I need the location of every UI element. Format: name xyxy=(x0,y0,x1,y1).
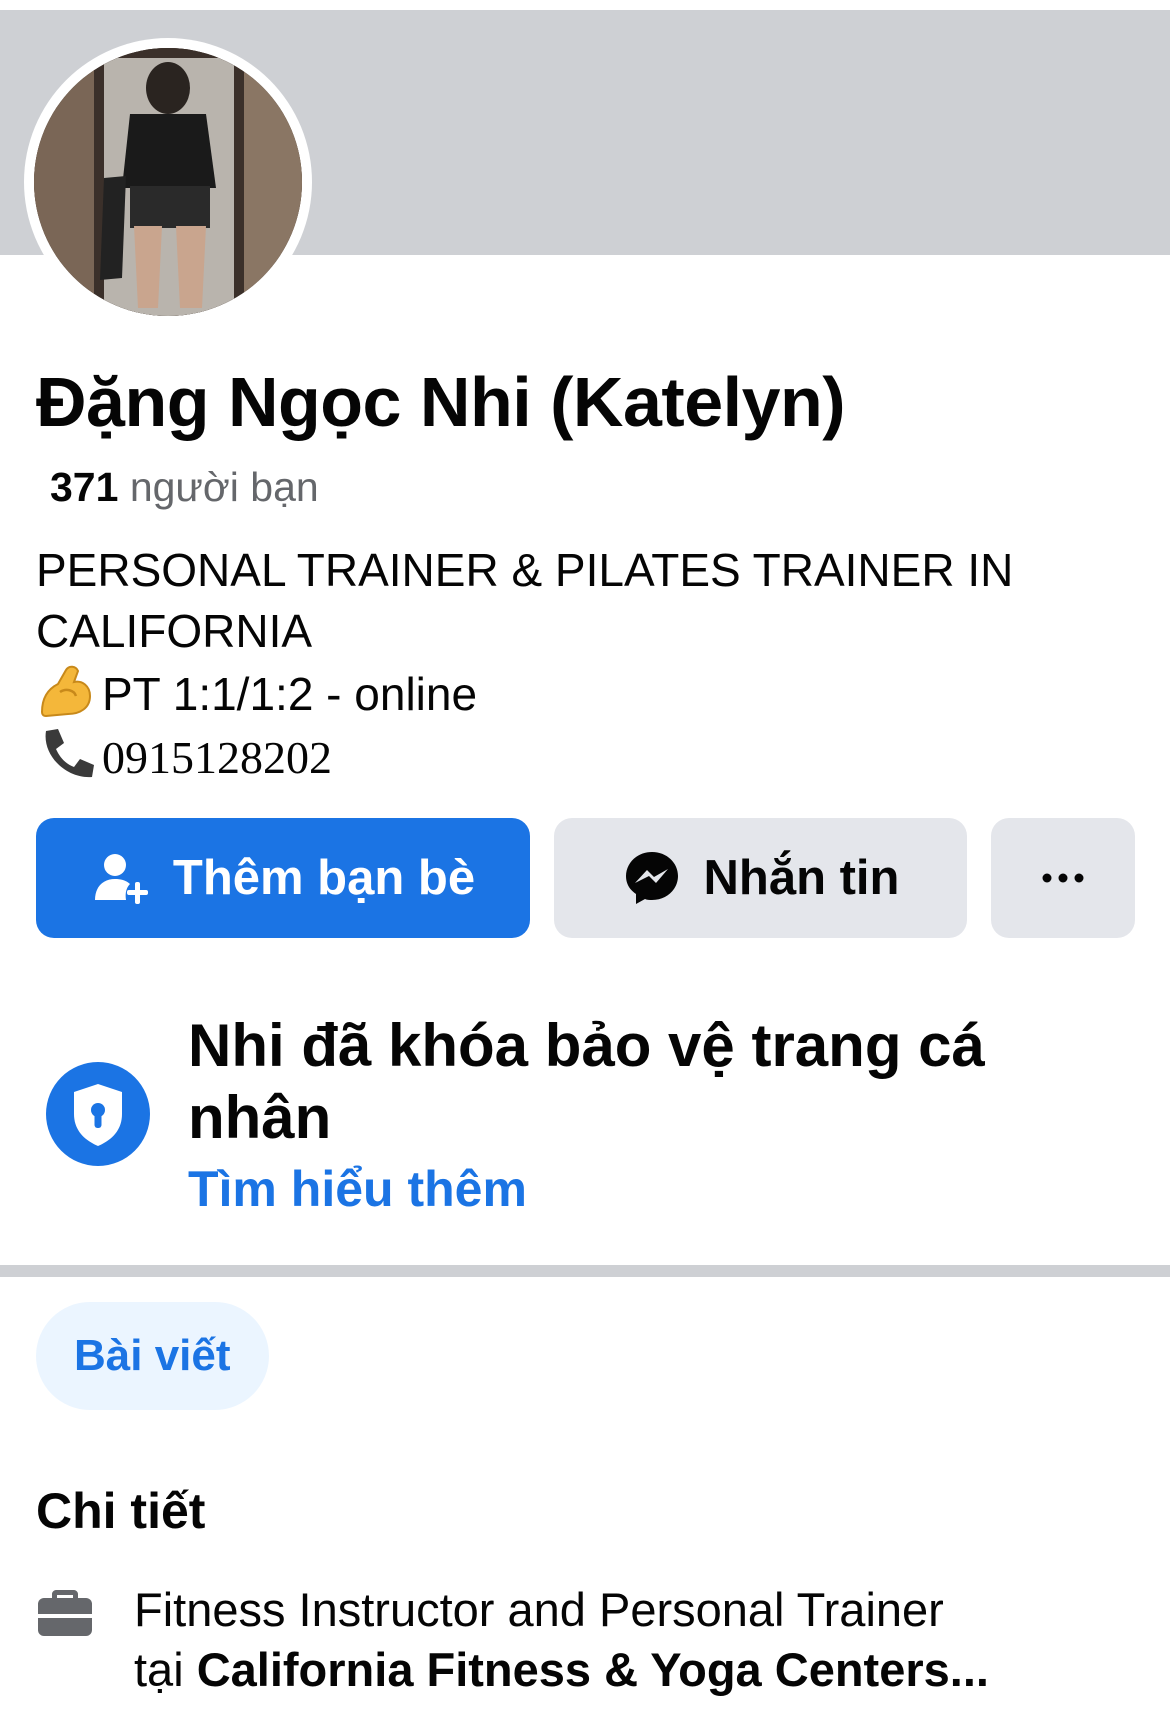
bio-line-1: PERSONAL TRAINER & PILATES TRAINER IN xyxy=(36,544,1014,596)
work-title: Fitness Instructor and Personal Trainer xyxy=(134,1583,944,1636)
messenger-icon xyxy=(625,852,678,904)
profile-bio: PERSONAL TRAINER & PILATES TRAINER IN CA… xyxy=(36,540,1136,788)
friends-count-label: người bạn xyxy=(129,464,319,510)
message-button[interactable]: Nhắn tin xyxy=(554,818,967,938)
tab-posts[interactable]: Bài viết xyxy=(36,1302,269,1410)
add-friend-label: Thêm bạn bè xyxy=(172,851,476,905)
work-place-line: tại California Fitness & Yoga Centers... xyxy=(134,1640,1144,1700)
more-dots-icon xyxy=(1042,873,1084,883)
telephone-receiver-icon xyxy=(45,729,94,778)
bio-line-3: PT 1:1/1:2 - online xyxy=(36,662,1136,725)
profile-picture[interactable] xyxy=(34,48,302,316)
lock-notice-title: Nhi đã khóa bảo vệ trang cá nhân xyxy=(188,1012,985,1151)
briefcase-icon xyxy=(38,1590,92,1636)
work-at-label: tại xyxy=(134,1643,184,1696)
bio-line-4: 0915128202 xyxy=(36,725,1136,788)
bio-phone-number: 0915128202 xyxy=(102,732,332,783)
work-description: Fitness Instructor and Personal Trainer … xyxy=(134,1580,1144,1700)
profile-picture-frame xyxy=(24,38,312,326)
friends-count[interactable]: 371 người bạn xyxy=(50,462,319,512)
flexed-biceps-icon xyxy=(40,665,92,718)
message-label: Nhắn tin xyxy=(703,851,900,905)
profile-name: Đặng Ngọc Nhi (Katelyn) xyxy=(36,363,846,441)
tab-posts-label: Bài viết xyxy=(74,1331,231,1380)
shield-lock-icon xyxy=(46,1062,150,1166)
friends-count-number: 371 xyxy=(50,464,119,510)
work-place[interactable]: California Fitness & Yoga Centers... xyxy=(197,1643,989,1696)
bio-line-3-text: PT 1:1/1:2 - online xyxy=(102,668,478,720)
section-divider xyxy=(0,1265,1170,1277)
add-friend-icon xyxy=(94,854,148,904)
details-heading: Chi tiết xyxy=(36,1483,206,1539)
learn-more-link[interactable]: Tìm hiểu thêm xyxy=(188,1160,527,1218)
bio-line-2: CALIFORNIA xyxy=(36,605,313,657)
add-friend-button[interactable]: Thêm bạn bè xyxy=(36,818,530,938)
more-options-button[interactable] xyxy=(991,818,1135,938)
